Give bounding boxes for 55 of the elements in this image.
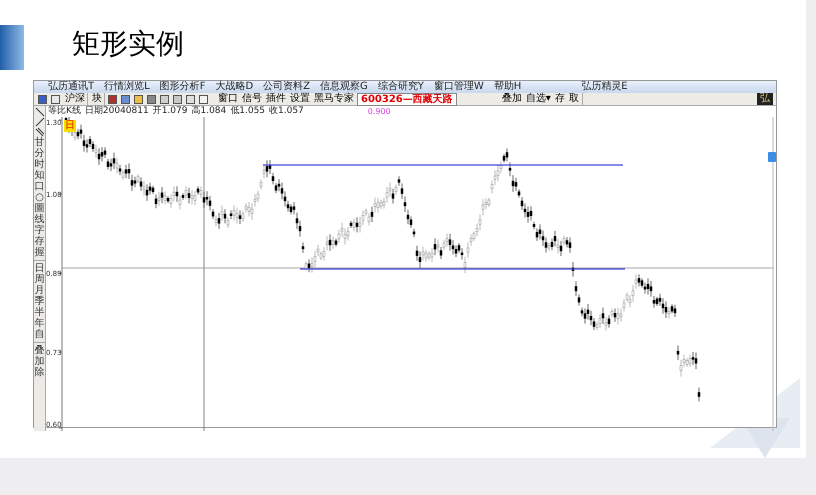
- side-tool-button[interactable]: 线: [34, 214, 44, 225]
- quote-info: 高1.084: [191, 106, 226, 117]
- toolbar-button[interactable]: 插件: [265, 93, 287, 105]
- side-tool-button[interactable]: 分: [34, 148, 44, 159]
- menu-item[interactable]: 综合研究Y: [378, 81, 424, 93]
- quote-info: 收1.057: [269, 106, 304, 117]
- accent-block: [0, 25, 24, 70]
- toolbar-button[interactable]: 黑马专家: [313, 93, 355, 105]
- period-button[interactable]: 日: [34, 263, 44, 274]
- menu-item[interactable]: 弘历精灵E: [581, 81, 628, 93]
- toolbar-button[interactable]: 设置: [289, 93, 311, 105]
- side-tool-button[interactable]: 甘: [34, 137, 44, 148]
- side-tool-button[interactable]: 加: [34, 356, 44, 367]
- side-tool-button[interactable]: 知: [34, 170, 44, 181]
- quote-info: 日期20040811: [84, 106, 149, 117]
- side-tool-button[interactable]: 口: [34, 181, 44, 192]
- quote-info: 开1.079: [152, 106, 188, 117]
- side-tool-button[interactable]: 存: [34, 236, 44, 247]
- toolbar-button[interactable]: 自选▾: [524, 93, 552, 105]
- toolbar-button[interactable]: 存: [554, 93, 566, 105]
- side-tool-button[interactable]: ○: [35, 192, 44, 203]
- menu-item[interactable]: 信息观察G: [320, 81, 368, 93]
- period-button[interactable]: 季: [34, 296, 44, 307]
- slide-title: 矩形实例: [72, 26, 184, 62]
- brand-logo: 弘: [757, 93, 773, 105]
- toolbar-button[interactable]: 块: [90, 93, 105, 105]
- menu-item[interactable]: 图形分析F: [160, 81, 206, 93]
- toolbar-button[interactable]: 沪深: [63, 93, 88, 105]
- menu-item[interactable]: 帮助H: [494, 81, 522, 93]
- side-tool-button[interactable]: 叠: [34, 345, 44, 356]
- toolbar-button[interactable]: 信号: [241, 93, 263, 105]
- period-button[interactable]: 半: [34, 307, 44, 318]
- menu-item[interactable]: 行情浏览L: [104, 81, 150, 93]
- quote-value: 0.900: [368, 106, 391, 117]
- side-tool-button[interactable]: 握: [34, 247, 44, 258]
- menu-item[interactable]: 弘历通讯T: [48, 81, 94, 93]
- period-badge: 日: [64, 120, 76, 132]
- toolbar-button[interactable]: 取: [568, 93, 580, 105]
- side-tool-button[interactable]: 除: [34, 367, 44, 378]
- period-button[interactable]: 年: [34, 318, 44, 329]
- period-button[interactable]: 月: [34, 285, 44, 296]
- side-tool-button[interactable]: 时: [34, 159, 44, 170]
- period-button[interactable]: 周: [34, 274, 44, 285]
- stock-code-field[interactable]: 600326—西藏天路: [357, 92, 457, 106]
- side-tool-button[interactable]: 字: [34, 225, 44, 236]
- toolbar-button[interactable]: 窗口: [217, 93, 239, 105]
- toolbar-button[interactable]: 叠加: [500, 93, 523, 105]
- menu-item[interactable]: 窗口管理W: [434, 81, 484, 93]
- menu-item[interactable]: 大战略D: [215, 81, 254, 93]
- parallel-lines-icon[interactable]: [34, 127, 44, 137]
- menu-item[interactable]: 公司资料Z: [263, 81, 310, 93]
- quote-info: 低1.055: [230, 106, 266, 117]
- quote-info: 等比K线: [48, 106, 81, 117]
- period-button[interactable]: 自: [34, 329, 44, 340]
- side-tool-button[interactable]: 圖: [34, 203, 44, 214]
